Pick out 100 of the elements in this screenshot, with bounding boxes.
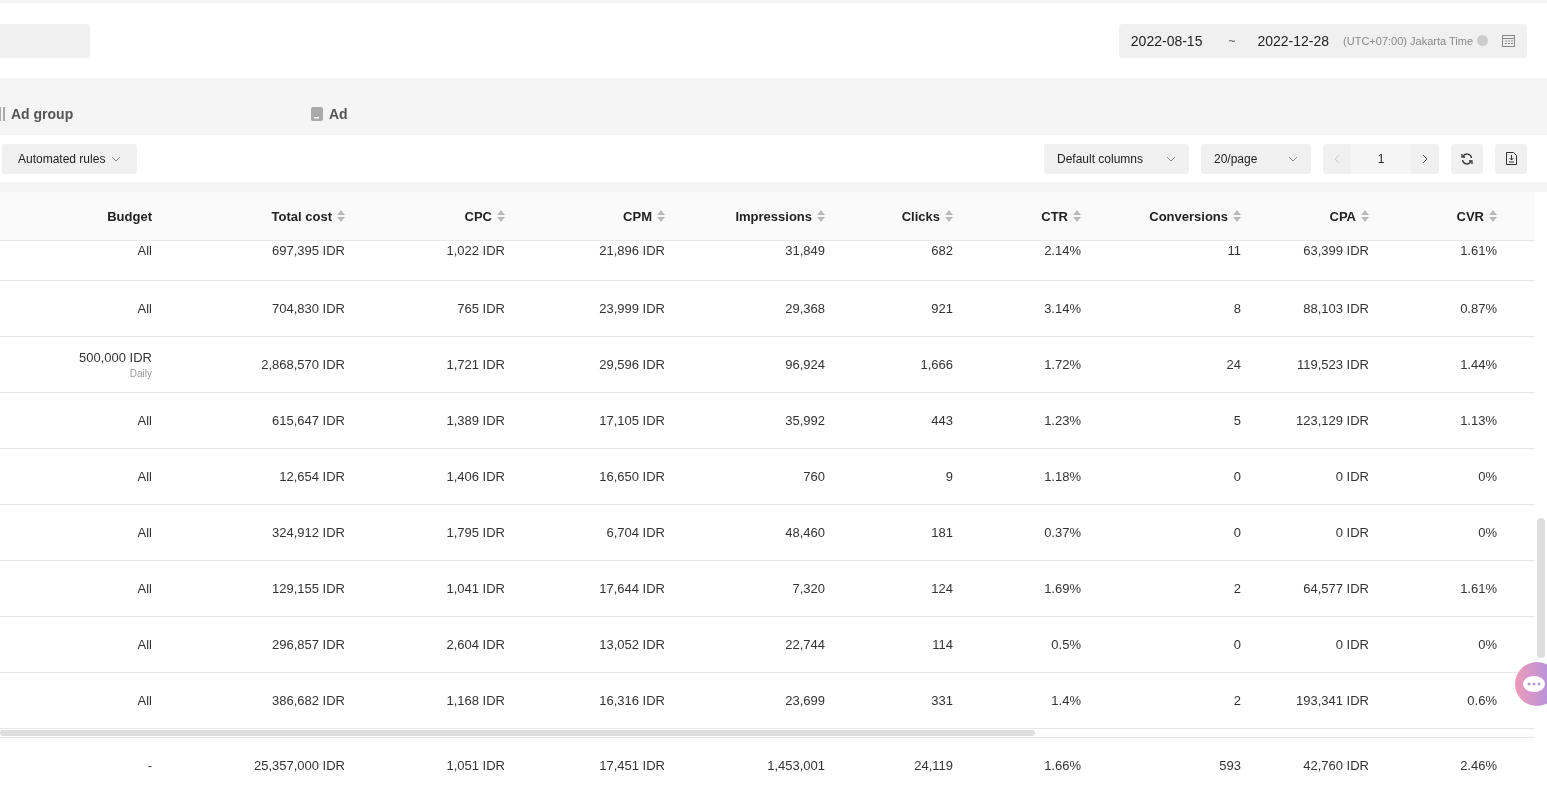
refresh-button[interactable] — [1451, 143, 1483, 174]
tab[interactable]: Ad — [311, 105, 411, 122]
horizontal-scrollbar[interactable] — [0, 730, 1035, 736]
table-cell: All — [137, 637, 152, 652]
total-cell: - — [147, 757, 152, 773]
total-cell: 42,760 IDR — [1303, 757, 1369, 773]
table-cell: 1,389 IDR — [446, 413, 505, 428]
table-cell: 0 — [1233, 469, 1241, 484]
table-cell: 1.18% — [1044, 469, 1081, 484]
sort-icon[interactable] — [945, 210, 953, 222]
caret-icon — [111, 155, 122, 162]
columns-select[interactable]: Default columns — [1044, 143, 1189, 174]
vertical-scrollbar[interactable] — [1537, 518, 1545, 658]
table-cell: 1.61% — [1460, 243, 1497, 258]
table-cell: 96,924 — [785, 357, 825, 372]
card-icon — [311, 106, 323, 121]
sort-icon[interactable] — [1361, 210, 1369, 222]
table-cell: 2 — [1233, 581, 1241, 596]
table-cell: 1,406 IDR — [446, 469, 505, 484]
total-cell: 1,051 IDR — [446, 757, 505, 773]
chevron-right-icon — [1422, 153, 1428, 164]
table-cell: 23,699 — [785, 693, 825, 708]
sort-icon[interactable] — [497, 210, 505, 222]
table-cell: 704,830 IDR — [272, 301, 345, 316]
table-cell: 921 — [931, 301, 953, 316]
table-cell: 114 — [932, 637, 953, 652]
table-cell: 331 — [931, 693, 953, 708]
column-header[interactable]: CPC — [357, 208, 517, 224]
column-header[interactable]: Budget — [0, 208, 164, 224]
table-cell: 1.23% — [1044, 413, 1081, 428]
table-cell: 0 — [1233, 525, 1241, 540]
table-cell: 12,654 IDR — [279, 469, 345, 484]
column-header[interactable]: CPA — [1253, 208, 1381, 224]
table-cell: 64,577 IDR — [1303, 581, 1369, 596]
table-cell: 31,849 — [785, 243, 825, 258]
table-cell: 0 IDR — [1335, 469, 1369, 484]
column-header[interactable]: CTR — [965, 208, 1093, 224]
total-cell: 25,357,000 IDR — [253, 757, 345, 773]
table-cell: 181 — [931, 525, 953, 540]
column-header[interactable]: CPM — [517, 208, 677, 224]
total-cell: 1.66% — [1044, 757, 1081, 773]
automated-rules-button[interactable]: Automated rules — [2, 143, 138, 174]
table-cell: 17,644 IDR — [599, 581, 665, 596]
column-header[interactable]: CVR — [1381, 208, 1509, 224]
sort-icon[interactable] — [1233, 210, 1241, 222]
column-header[interactable]: Conversions — [1093, 208, 1253, 224]
page-size-select[interactable]: 20/page — [1201, 143, 1311, 174]
table-cell: All — [137, 525, 152, 540]
table-cell: All — [137, 581, 152, 596]
caret-icon — [1288, 155, 1298, 162]
total-cell: 24,119 — [914, 757, 953, 773]
table-cell: 24 — [1226, 357, 1241, 372]
table-cell: 35,992 — [785, 413, 825, 428]
refresh-icon — [1461, 152, 1473, 165]
column-header[interactable]: Clicks — [837, 208, 965, 224]
column-header[interactable]: Impressions — [677, 208, 837, 224]
date-range-picker[interactable]: 2022-08-15 ~ 2022-12-28 (UTC+07:00) Jakarta Time — [1118, 23, 1527, 58]
table-cell: 615,647 IDR — [272, 413, 345, 428]
sort-icon[interactable] — [1073, 210, 1081, 222]
table-cell: 1,168 IDR — [446, 693, 505, 708]
sort-icon[interactable] — [657, 210, 665, 222]
table-cell: 7,320 — [792, 581, 825, 596]
tab[interactable]: Ad group — [0, 105, 239, 122]
table-cell: 697,395 IDR — [272, 243, 345, 258]
table-cell: 21,896 IDR — [599, 243, 665, 258]
table-cell: 2.14% — [1044, 243, 1081, 258]
table-cell: 17,105 IDR — [599, 413, 665, 428]
export-button[interactable] — [1495, 143, 1527, 174]
table-cell: 443 — [931, 413, 953, 428]
table-cell: 1.44% — [1460, 357, 1497, 372]
calendar-icon — [1502, 34, 1515, 47]
table-cell: 1.61% — [1460, 581, 1497, 596]
table-cell: 22,744 — [785, 637, 825, 652]
total-cell: 593 — [1219, 757, 1241, 773]
table-cell: 23,999 IDR — [599, 301, 665, 316]
table-cell: 0% — [1478, 637, 1497, 652]
table-cell: 6,704 IDR — [606, 525, 665, 540]
table-cell: 1.4% — [1051, 693, 1081, 708]
table-cell: 0% — [1478, 525, 1497, 540]
help-icon — [1477, 35, 1488, 46]
table-cell: 296,857 IDR — [272, 637, 345, 652]
chat-bubble-icon — [1523, 676, 1545, 692]
sort-icon[interactable] — [337, 210, 345, 222]
table-cell: All — [137, 413, 152, 428]
table-cell: 1,022 IDR — [446, 243, 505, 258]
table-cell: 760 — [803, 469, 825, 484]
table-cell: 0.5% — [1051, 637, 1081, 652]
sort-icon[interactable] — [817, 210, 825, 222]
table-cell: 0 — [1233, 637, 1241, 652]
sort-icon[interactable] — [1489, 210, 1497, 222]
table-cell: 386,682 IDR — [272, 693, 345, 708]
table-cell: 3.14% — [1044, 301, 1081, 316]
table-cell: 119,523 IDR — [1296, 357, 1369, 372]
table-cell: 1,041 IDR — [446, 581, 505, 596]
page-number-field[interactable]: 1 — [1351, 143, 1411, 174]
table-cell: 1.13% — [1460, 413, 1497, 428]
table-cell: 16,316 IDR — [599, 693, 665, 708]
table-cell: 29,596 IDR — [599, 357, 665, 372]
column-header[interactable]: Total cost — [164, 208, 357, 224]
total-cell: 2.46% — [1460, 757, 1497, 773]
